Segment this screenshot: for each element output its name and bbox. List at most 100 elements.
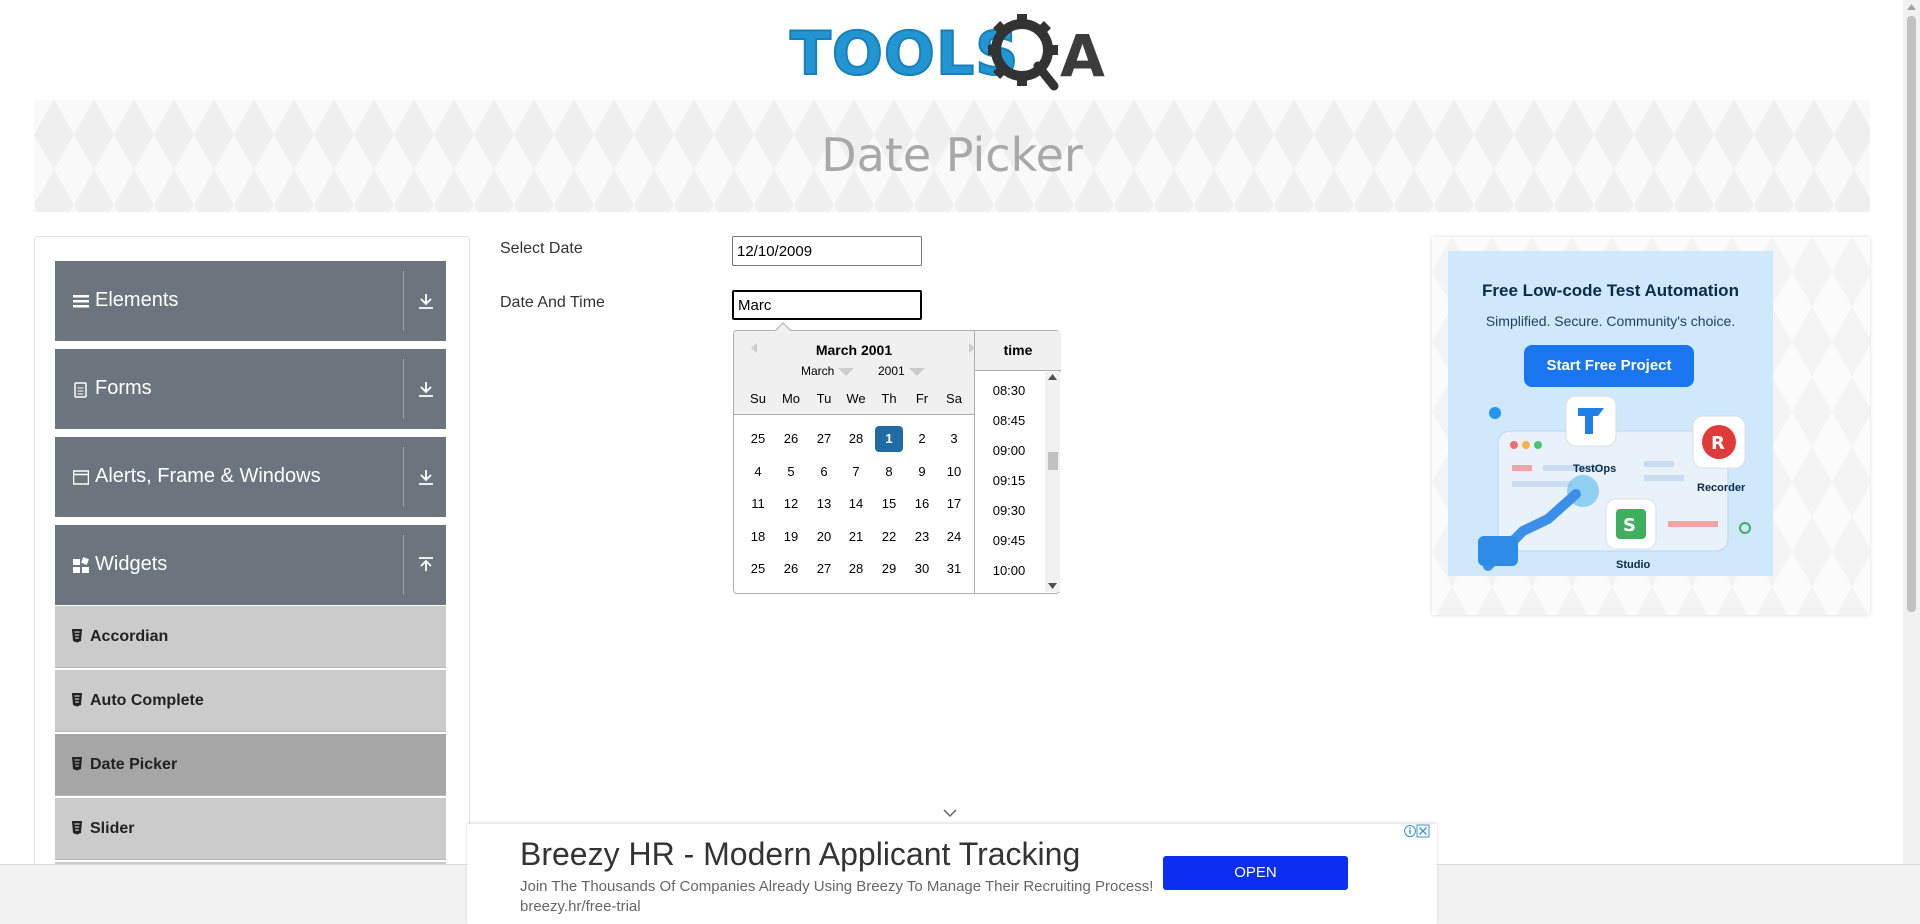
popup-pointer xyxy=(775,322,791,331)
html5-icon xyxy=(72,629,82,643)
sidebar-item-slider[interactable]: Slider xyxy=(55,798,446,860)
calendar-day[interactable]: 21 xyxy=(842,524,870,550)
year-select[interactable]: 2001 xyxy=(878,364,925,378)
calendar-day[interactable]: 10 xyxy=(940,459,968,485)
calendar-day[interactable]: 19 xyxy=(777,524,805,550)
svg-text:S: S xyxy=(1623,515,1636,536)
hamburger-icon xyxy=(73,295,89,308)
scroll-down-icon[interactable] xyxy=(1048,583,1057,589)
datepicker-month-title: March 2001 xyxy=(815,342,893,358)
sidebar-item-label: Accordian xyxy=(90,628,169,645)
day-name-header: Fr xyxy=(915,391,929,406)
bottom-ad-description: Join The Thousands Of Companies Already … xyxy=(520,878,1154,915)
day-name-header: Su xyxy=(750,391,766,406)
time-option[interactable]: 09:30 xyxy=(975,503,1043,518)
calendar-day[interactable]: 29 xyxy=(875,556,903,582)
time-scrollbar[interactable] xyxy=(1045,372,1060,592)
select-date-label: Select Date xyxy=(500,240,583,257)
calendar-day[interactable]: 26 xyxy=(777,556,805,582)
calendar-day[interactable]: 27 xyxy=(810,426,838,452)
sidebar-item-label: Date Picker xyxy=(90,756,178,773)
toolsqa-logo[interactable]: TOOLS A xyxy=(789,14,1115,92)
bottom-ad-open-button[interactable]: OPEN xyxy=(1163,856,1348,890)
calendar-day[interactable]: 13 xyxy=(810,491,838,517)
calendar-day[interactable]: 14 xyxy=(842,491,870,517)
divider xyxy=(403,447,404,507)
ad-info-close[interactable] xyxy=(1403,824,1431,838)
calendar-day[interactable]: 18 xyxy=(744,524,772,550)
scroll-up-icon[interactable] xyxy=(1048,374,1057,380)
time-option[interactable]: 08:30 xyxy=(975,383,1043,398)
recorder-label: Recorder xyxy=(1697,482,1746,494)
calendar-day[interactable]: 24 xyxy=(940,524,968,550)
time-option[interactable]: 09:45 xyxy=(975,533,1043,548)
calendar-day[interactable]: 1 xyxy=(875,426,903,452)
document-icon xyxy=(74,382,87,398)
calendar-day[interactable]: 23 xyxy=(908,524,936,550)
divider xyxy=(403,271,404,331)
logo-text-tools: TOOLS xyxy=(789,19,1020,89)
sidebar-group-widgets[interactable]: Widgets xyxy=(55,525,446,605)
ad-close-icon[interactable] xyxy=(1403,824,1431,838)
month-select[interactable]: March xyxy=(801,364,855,378)
time-option[interactable]: 09:00 xyxy=(975,443,1043,458)
katalon-ad[interactable]: Free Low-code Test Automation Simplified… xyxy=(1448,251,1773,576)
calendar-day[interactable]: 3 xyxy=(940,426,968,452)
calendar-day[interactable]: 28 xyxy=(842,426,870,452)
page-title: Date Picker xyxy=(821,128,1083,182)
upload-icon xyxy=(419,557,433,571)
calendar-day[interactable]: 4 xyxy=(744,459,772,485)
calendar-day[interactable]: 8 xyxy=(875,459,903,485)
download-icon xyxy=(419,470,433,485)
sidebar-group-elements[interactable]: Elements xyxy=(55,261,446,341)
sidebar-group-label: Forms xyxy=(95,377,152,399)
calendar-day[interactable]: 26 xyxy=(777,426,805,452)
calendar-day[interactable]: 15 xyxy=(875,491,903,517)
start-free-project-button[interactable]: Start Free Project xyxy=(1524,345,1694,387)
select-date-input[interactable] xyxy=(732,236,922,266)
divider xyxy=(403,535,404,595)
time-option[interactable]: 08:45 xyxy=(975,413,1043,428)
calendar-day[interactable]: 22 xyxy=(875,524,903,550)
calendar-day[interactable]: 9 xyxy=(908,459,936,485)
date-time-input[interactable] xyxy=(732,290,922,320)
sidebar-item-accordian[interactable]: Accordian xyxy=(55,606,446,668)
calendar-day[interactable]: 7 xyxy=(842,459,870,485)
calendar-day[interactable]: 31 xyxy=(940,556,968,582)
download-icon xyxy=(419,294,433,309)
calendar-day[interactable]: 5 xyxy=(777,459,805,485)
scroll-up-icon[interactable] xyxy=(1907,4,1916,10)
calendar-day[interactable]: 30 xyxy=(908,556,936,582)
calendar-day[interactable]: 25 xyxy=(744,556,772,582)
calendar-day[interactable]: 17 xyxy=(940,491,968,517)
sidebar-item-label: Auto Complete xyxy=(90,692,204,709)
sidebar-group-forms[interactable]: Forms xyxy=(55,349,446,429)
time-option[interactable]: 09:15 xyxy=(975,473,1043,488)
scroll-thumb[interactable] xyxy=(1048,452,1058,470)
calendar-day[interactable]: 16 xyxy=(908,491,936,517)
calendar-day[interactable]: 6 xyxy=(810,459,838,485)
page-scrollbar[interactable] xyxy=(1903,0,1920,864)
calendar-day[interactable]: 11 xyxy=(744,491,772,517)
calendar-day[interactable]: 20 xyxy=(810,524,838,550)
calendar-day[interactable]: 28 xyxy=(842,556,870,582)
bottom-ad-title[interactable]: Breezy HR - Modern Applicant Tracking xyxy=(520,836,1080,873)
calendar-day[interactable]: 27 xyxy=(810,556,838,582)
calendar-day[interactable]: 12 xyxy=(777,491,805,517)
sidebar-item-date-picker[interactable]: Date Picker xyxy=(55,734,446,796)
calendar-day[interactable]: 2 xyxy=(908,426,936,452)
sidebar-group-label: Elements xyxy=(95,289,179,311)
sidebar-item-auto-complete[interactable]: Auto Complete xyxy=(55,670,446,732)
calendar-day[interactable]: 25 xyxy=(744,426,772,452)
sidebar-group-label: Alerts, Frame & Windows xyxy=(95,465,321,487)
sidebar-item-label: Slider xyxy=(90,820,135,837)
datepicker-popup: March 2001 March 2001 Su Mo Tu We Th Fr Sa 25 2… xyxy=(733,330,1061,594)
bottom-ad[interactable]: Breezy HR - Modern Applicant Tracking Jo… xyxy=(467,824,1437,924)
page-scroll-thumb[interactable] xyxy=(1907,16,1916,612)
sidebar-group-alerts[interactable]: Alerts, Frame & Windows xyxy=(55,437,446,517)
testops-label: TestOps xyxy=(1573,463,1617,475)
time-option[interactable]: 10:00 xyxy=(975,563,1043,578)
collapse-ad-chevron-icon[interactable] xyxy=(942,808,958,818)
divider xyxy=(403,359,404,419)
window-icon xyxy=(73,470,89,485)
